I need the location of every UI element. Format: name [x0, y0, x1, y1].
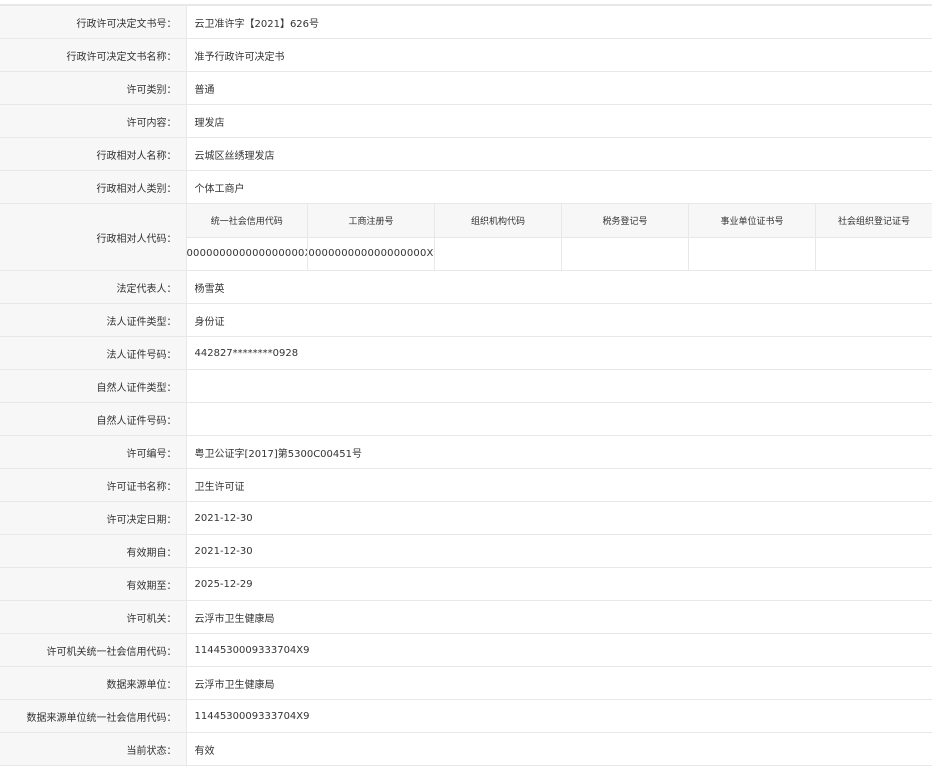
field-label: 行政相对人类别： — [0, 170, 187, 204]
field-value: 云城区丝绣理发店 — [185, 137, 932, 171]
code-header: 工商注册号 — [307, 204, 435, 238]
code-value — [688, 237, 816, 270]
detail-row: 许可机关： 云浮市卫生健康局 — [0, 600, 932, 634]
field-value: 2021-12-30 — [185, 534, 932, 568]
field-label: 行政相对人代码： — [0, 203, 187, 271]
detail-row: 自然人证件类型： — [0, 369, 932, 403]
field-label: 许可类别： — [0, 71, 187, 105]
detail-row: 许可内容： 理发店 — [0, 104, 932, 138]
field-label: 有效期自： — [0, 534, 187, 568]
field-value: 442827********0928 — [185, 336, 932, 370]
field-value: 1144530009333704X9 — [185, 633, 932, 667]
code-subtable: 统一社会信用代码 工商注册号 组织机构代码 税务登记号 事业单位证书号 社会组织… — [186, 204, 932, 270]
detail-row: 许可证书名称： 卫生许可证 — [0, 468, 932, 502]
detail-row: 有效期自： 2021-12-30 — [0, 534, 932, 568]
detail-row: 许可决定日期： 2021-12-30 — [0, 501, 932, 535]
code-subtable-cell: 统一社会信用代码 工商注册号 组织机构代码 税务登记号 事业单位证书号 社会组织… — [185, 203, 932, 271]
detail-row: 法定代表人： 杨雪英 — [0, 270, 932, 304]
detail-row: 许可类别： 普通 — [0, 71, 932, 105]
field-label: 自然人证件号码： — [0, 402, 187, 436]
field-label: 法人证件号码： — [0, 336, 187, 370]
field-label: 许可内容： — [0, 104, 187, 138]
field-value — [185, 402, 932, 436]
code-header: 事业单位证书号 — [688, 204, 816, 238]
field-label: 许可证书名称： — [0, 468, 187, 502]
permit-detail-table: 行政许可决定文书号： 云卫准许字【2021】626号 行政许可决定文书名称： 准… — [0, 5, 932, 766]
detail-row: 行政相对人类别： 个体工商户 — [0, 170, 932, 204]
detail-row: 有效期至： 2025-12-29 — [0, 567, 932, 601]
field-value: 粤卫公证字[2017]第5300C00451号 — [185, 435, 932, 469]
code-value: 000000000000000000X — [186, 237, 308, 270]
field-label: 许可机关统一社会信用代码： — [0, 633, 187, 667]
field-value: 普通 — [185, 71, 932, 105]
field-label: 自然人证件类型： — [0, 369, 187, 403]
code-header: 组织机构代码 — [434, 204, 562, 238]
code-value — [561, 237, 689, 270]
field-value: 卫生许可证 — [185, 468, 932, 502]
field-label: 许可决定日期： — [0, 501, 187, 535]
field-value: 杨雪英 — [185, 270, 932, 304]
field-label: 法定代表人： — [0, 270, 187, 304]
detail-row: 法人证件类型： 身份证 — [0, 303, 932, 337]
field-label: 数据来源单位统一社会信用代码： — [0, 699, 187, 733]
code-row: 行政相对人代码： 统一社会信用代码 工商注册号 组织机构代码 税务登记号 事业单… — [0, 203, 932, 271]
detail-row: 数据来源单位统一社会信用代码： 1144530009333704X9 — [0, 699, 932, 733]
code-value — [434, 237, 562, 270]
detail-row: 许可编号： 粤卫公证字[2017]第5300C00451号 — [0, 435, 932, 469]
field-value: 云卫准许字【2021】626号 — [185, 5, 932, 39]
field-value: 身份证 — [185, 303, 932, 337]
detail-row: 许可机关统一社会信用代码： 1144530009333704X9 — [0, 633, 932, 667]
detail-row: 行政相对人名称： 云城区丝绣理发店 — [0, 137, 932, 171]
field-label: 许可机关： — [0, 600, 187, 634]
detail-row: 法人证件号码： 442827********0928 — [0, 336, 932, 370]
field-value: 有效 — [185, 732, 932, 766]
field-value: 2025-12-29 — [185, 567, 932, 601]
field-label: 当前状态： — [0, 732, 187, 766]
code-header: 统一社会信用代码 — [186, 204, 308, 238]
detail-row: 自然人证件号码： — [0, 402, 932, 436]
code-value: 000000000000000000X — [307, 237, 435, 270]
field-label: 行政许可决定文书号： — [0, 5, 187, 39]
field-value: 云浮市卫生健康局 — [185, 600, 932, 634]
detail-row: 行政许可决定文书名称： 准予行政许可决定书 — [0, 38, 932, 72]
field-label: 数据来源单位： — [0, 666, 187, 700]
field-value: 2021-12-30 — [185, 501, 932, 535]
code-value — [815, 237, 932, 270]
field-label: 行政相对人名称： — [0, 137, 187, 171]
field-label: 法人证件类型： — [0, 303, 187, 337]
field-value: 理发店 — [185, 104, 932, 138]
field-value: 1144530009333704X9 — [185, 699, 932, 733]
code-header: 税务登记号 — [561, 204, 689, 238]
field-value: 个体工商户 — [185, 170, 932, 204]
field-value: 准予行政许可决定书 — [185, 38, 932, 72]
detail-row: 行政许可决定文书号： 云卫准许字【2021】626号 — [0, 5, 932, 39]
field-label: 许可编号： — [0, 435, 187, 469]
field-label: 有效期至： — [0, 567, 187, 601]
code-header: 社会组织登记证号 — [815, 204, 932, 238]
field-value — [185, 369, 932, 403]
detail-row: 数据来源单位： 云浮市卫生健康局 — [0, 666, 932, 700]
field-label: 行政许可决定文书名称： — [0, 38, 187, 72]
field-value: 云浮市卫生健康局 — [185, 666, 932, 700]
detail-row: 当前状态： 有效 — [0, 732, 932, 766]
